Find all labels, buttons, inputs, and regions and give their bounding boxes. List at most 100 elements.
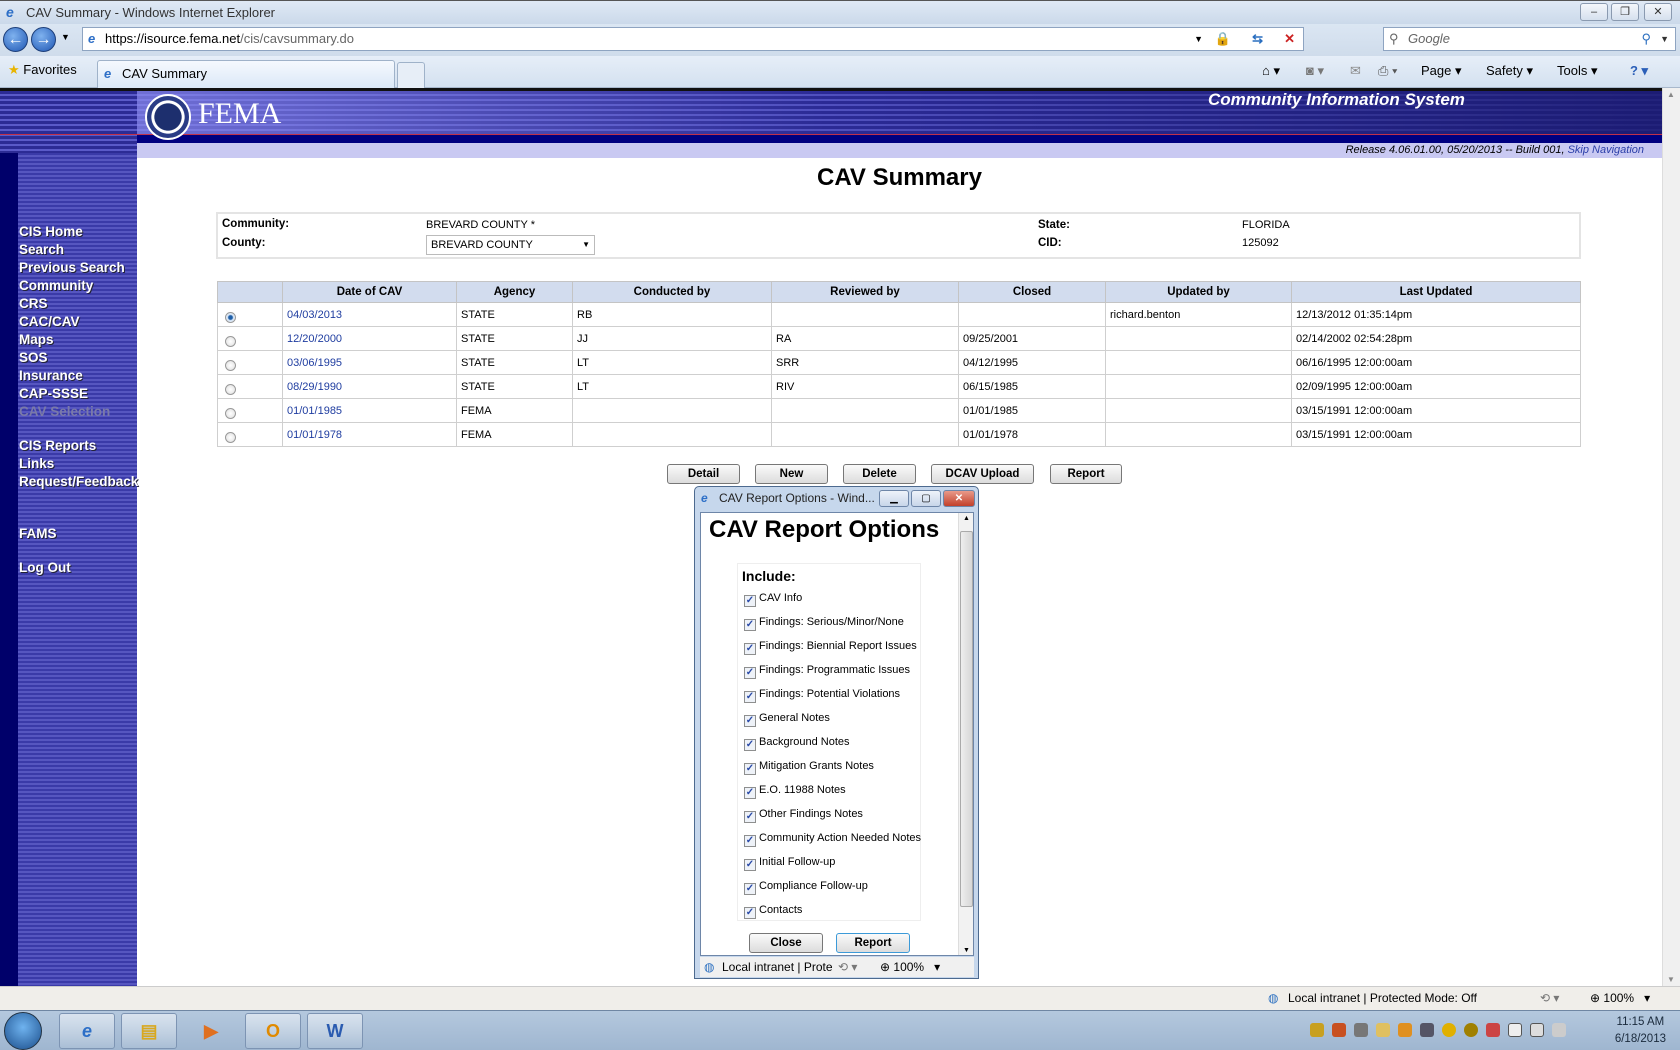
dialog-report-button[interactable]: Report: [836, 933, 910, 953]
page-scrollbar[interactable]: ▲ ▼: [1662, 88, 1680, 986]
row-radio[interactable]: [225, 360, 236, 372]
search-go-icon[interactable]: ⚲: [1641, 28, 1651, 50]
sidebar-item-sos[interactable]: SOS: [19, 350, 48, 365]
row-radio[interactable]: [225, 432, 236, 444]
tray-network2-icon[interactable]: [1530, 1023, 1544, 1037]
cav-date-link[interactable]: 01/01/1978: [287, 429, 342, 441]
feeds-icon[interactable]: ◙ ▾: [1306, 63, 1324, 79]
include-option[interactable]: ✓ CAV Info: [744, 592, 802, 607]
tray-shield-icon[interactable]: [1310, 1023, 1324, 1037]
new-tab-button[interactable]: [397, 62, 425, 88]
checkbox[interactable]: ✓: [744, 667, 756, 679]
address-dropdown-icon[interactable]: ▼: [1194, 28, 1203, 50]
scroll-up-icon[interactable]: ▲: [1667, 90, 1675, 99]
delete-button[interactable]: Delete: [843, 464, 916, 484]
row-radio[interactable]: [225, 384, 236, 396]
sidebar-item-log-out[interactable]: Log Out: [19, 560, 71, 575]
dialog-close-button[interactable]: Close: [749, 933, 823, 953]
dialog-minimize-button[interactable]: ▁: [879, 490, 909, 507]
tray-app-icon[interactable]: [1332, 1023, 1346, 1037]
sidebar-item-maps[interactable]: Maps: [19, 332, 54, 347]
protected-mode-icon[interactable]: ⟲ ▾: [1540, 991, 1559, 1005]
sidebar-item-cac-cav[interactable]: CAC/CAV: [19, 314, 80, 329]
sidebar-item-cis-reports[interactable]: CIS Reports: [19, 438, 96, 453]
checkbox[interactable]: ✓: [744, 763, 756, 775]
history-dropdown-icon[interactable]: ▼: [61, 32, 70, 42]
row-radio[interactable]: [225, 336, 236, 348]
checkbox[interactable]: ✓: [744, 811, 756, 823]
search-input[interactable]: ⚲ Google ⚲ ▼: [1383, 27, 1676, 51]
tray-update-icon[interactable]: [1442, 1023, 1456, 1037]
sidebar-item-search[interactable]: Search: [19, 242, 64, 257]
cav-date-link[interactable]: 01/01/1985: [287, 405, 342, 417]
page-menu[interactable]: Page ▾: [1421, 63, 1462, 79]
minimize-button[interactable]: –: [1580, 3, 1608, 21]
dialog-close-icon[interactable]: ✕: [943, 490, 975, 507]
row-radio[interactable]: [225, 312, 236, 324]
mail-icon[interactable]: ✉: [1350, 63, 1361, 79]
search-dropdown-icon[interactable]: ▼: [1660, 28, 1669, 50]
report-button[interactable]: Report: [1050, 464, 1122, 484]
cav-date-link[interactable]: 04/03/2013: [287, 309, 342, 321]
clock[interactable]: 11:15 AM 6/18/2013: [1615, 1014, 1666, 1048]
include-option[interactable]: ✓ Mitigation Grants Notes: [744, 760, 874, 775]
tools-menu[interactable]: Tools ▾: [1557, 63, 1598, 79]
checkbox[interactable]: ✓: [744, 619, 756, 631]
tray-tools-icon[interactable]: [1486, 1023, 1500, 1037]
include-option[interactable]: ✓ Findings: Serious/Minor/None: [744, 616, 904, 631]
checkbox[interactable]: ✓: [744, 835, 756, 847]
include-option[interactable]: ✓ Findings: Biennial Report Issues: [744, 640, 917, 655]
tray-outlook-icon[interactable]: [1398, 1023, 1412, 1037]
address-bar[interactable]: e https://isource.fema.net/cis/cavsummar…: [82, 27, 1304, 51]
tray-display-icon[interactable]: [1420, 1023, 1434, 1037]
dialog-zoom[interactable]: ⊕ 100% ▾: [880, 957, 940, 977]
checkbox[interactable]: ✓: [744, 859, 756, 871]
tray-norton-icon[interactable]: [1464, 1023, 1478, 1037]
refresh-icon[interactable]: ⇆: [1252, 28, 1263, 50]
include-option[interactable]: ✓ E.O. 11988 Notes: [744, 784, 846, 799]
row-radio[interactable]: [225, 408, 236, 420]
checkbox[interactable]: ✓: [744, 787, 756, 799]
dialog-scroll-thumb[interactable]: [960, 531, 973, 907]
zoom-level[interactable]: ⊕ 100% ▾: [1590, 991, 1650, 1005]
checkbox[interactable]: ✓: [744, 883, 756, 895]
sidebar-item-previous-search[interactable]: Previous Search: [19, 260, 125, 275]
taskbar-explorer-icon[interactable]: ▤: [121, 1013, 177, 1049]
checkbox[interactable]: ✓: [744, 907, 756, 919]
dialog-scrollbar[interactable]: ▲ ▼: [958, 513, 973, 955]
taskbar-outlook-icon[interactable]: O: [245, 1013, 301, 1049]
start-button[interactable]: [4, 1012, 42, 1050]
taskbar-word-icon[interactable]: W: [307, 1013, 363, 1049]
include-option[interactable]: ✓ Findings: Potential Violations: [744, 688, 900, 703]
cav-date-link[interactable]: 08/29/1990: [287, 381, 342, 393]
help-icon[interactable]: ? ▾: [1630, 63, 1648, 79]
sidebar-item-cap-ssse[interactable]: CAP-SSSE: [19, 386, 88, 401]
checkbox[interactable]: ✓: [744, 715, 756, 727]
include-option[interactable]: ✓ Compliance Follow-up: [744, 880, 868, 895]
checkbox[interactable]: ✓: [744, 595, 756, 607]
tray-network-icon[interactable]: [1354, 1023, 1368, 1037]
include-option[interactable]: ✓ General Notes: [744, 712, 830, 727]
cav-date-link[interactable]: 03/06/1995: [287, 357, 342, 369]
sidebar-item-crs[interactable]: CRS: [19, 296, 48, 311]
skip-navigation-link[interactable]: Skip Navigation: [1568, 144, 1644, 156]
sidebar-item-cis-home[interactable]: CIS Home: [19, 224, 83, 239]
safety-menu[interactable]: Safety ▾: [1486, 63, 1533, 79]
checkbox[interactable]: ✓: [744, 643, 756, 655]
sidebar-item-insurance[interactable]: Insurance: [19, 368, 83, 383]
favorites-button[interactable]: ★ Favorites: [8, 62, 77, 78]
print-icon[interactable]: ⎙ ▾: [1378, 63, 1397, 79]
close-window-button[interactable]: ✕: [1644, 3, 1672, 21]
new-button[interactable]: New: [755, 464, 828, 484]
include-option[interactable]: ✓ Initial Follow-up: [744, 856, 835, 871]
tab-cav-summary[interactable]: e CAV Summary: [97, 60, 395, 88]
lock-icon[interactable]: 🔒: [1215, 28, 1231, 50]
home-icon[interactable]: ⌂ ▾: [1262, 63, 1280, 79]
scroll-down-icon[interactable]: ▼: [963, 947, 970, 954]
include-option[interactable]: ✓ Findings: Programmatic Issues: [744, 664, 910, 679]
include-option[interactable]: ✓ Contacts: [744, 904, 802, 919]
protected-mode-icon[interactable]: ⟲ ▾: [838, 957, 857, 977]
checkbox[interactable]: ✓: [744, 691, 756, 703]
dialog-maximize-button[interactable]: ▢: [911, 490, 941, 507]
dcav-upload-button[interactable]: DCAV Upload: [931, 464, 1034, 484]
